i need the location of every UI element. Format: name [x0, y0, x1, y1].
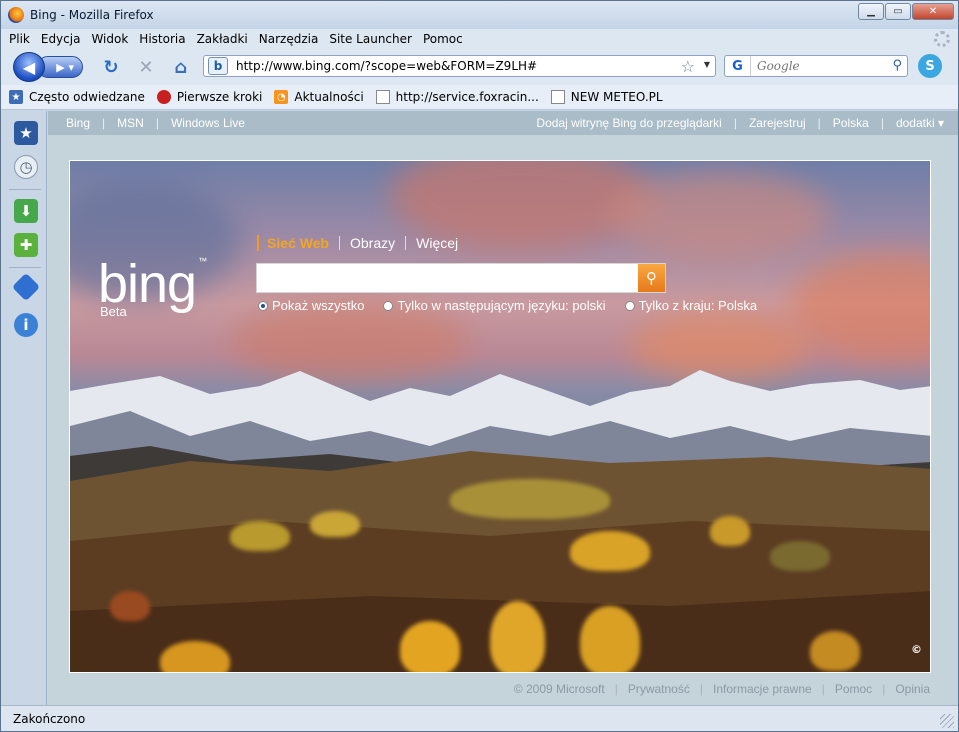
radio-label: Pokaż wszystko: [272, 298, 365, 313]
close-button[interactable]: ✕: [912, 3, 954, 20]
title-bar: Bing - Mozilla Firefox ▁ ▭ ✕: [1, 1, 958, 29]
menu-widok[interactable]: Widok: [91, 32, 128, 46]
home-icon[interactable]: ⌂: [169, 55, 193, 79]
radio-language-polish[interactable]: Tylko w następującym języku: polski: [383, 298, 606, 313]
navigation-toolbar: ◀ ▶ ▾ ↻ ✕ ⌂ b ☆ ▼ G ⚲ S: [1, 49, 958, 85]
menu-site-launcher[interactable]: Site Launcher: [329, 32, 412, 46]
menu-zakladki[interactable]: Zakładki: [197, 32, 248, 46]
reload-icon[interactable]: ↻: [99, 55, 123, 79]
menu-plik[interactable]: Plik: [9, 32, 30, 46]
search-scopes: Sieć Web Obrazy Więcej: [257, 235, 468, 251]
image-copyright-icon[interactable]: ©: [911, 643, 922, 656]
scope-web[interactable]: Sieć Web: [267, 235, 329, 251]
site-identity-icon[interactable]: b: [208, 57, 228, 75]
downloads-icon[interactable]: ⬇: [14, 199, 38, 223]
radio-show-all[interactable]: Pokaż wszystko: [258, 298, 364, 313]
footer-help-link[interactable]: Pomoc: [835, 682, 872, 696]
page-content: Bing | MSN | Windows Live Dodaj witrynę …: [48, 111, 958, 705]
nav-link-bing[interactable]: Bing: [66, 116, 90, 130]
maximize-button[interactable]: ▭: [885, 3, 911, 20]
region-link[interactable]: Polska: [833, 116, 869, 130]
scope-images[interactable]: Obrazy: [350, 235, 395, 251]
radio-country-poland[interactable]: Tylko z kraju: Polska: [624, 298, 758, 313]
register-link[interactable]: Zarejestruj: [749, 116, 806, 130]
footer-privacy-link[interactable]: Prywatność: [628, 682, 690, 696]
radio-dot[interactable]: [258, 300, 268, 311]
status-bar: Zakończono: [1, 705, 958, 731]
add-bing-link[interactable]: Dodaj witrynę Bing do przeglądarki: [536, 116, 721, 130]
menu-historia[interactable]: Historia: [139, 32, 185, 46]
footer-legal-link[interactable]: Informacje prawne: [713, 682, 812, 696]
bookmark-label: http://service.foxracin...: [395, 90, 539, 104]
hero-background-image: bing ™ Beta Sieć Web Obrazy Więcej ⚲ Poka…: [69, 160, 931, 673]
bookmark-czesto-odwiedzane[interactable]: ★ Często odwiedzane: [9, 90, 145, 104]
firefox-icon: [8, 7, 24, 23]
history-clock-icon[interactable]: ◷: [14, 155, 38, 179]
bookmark-label: NEW METEO.PL: [570, 90, 663, 104]
url-input[interactable]: [236, 59, 666, 73]
bookmark-aktualnosci[interactable]: ◔ Aktualności: [274, 90, 364, 104]
extras-link[interactable]: dodatki ▾: [896, 116, 944, 130]
search-icon: ⚲: [646, 269, 657, 287]
bookmark-label: Często odwiedzane: [29, 90, 145, 104]
skype-icon[interactable]: S: [918, 54, 942, 78]
menu-pomoc[interactable]: Pomoc: [423, 32, 463, 46]
bing-top-nav: Bing | MSN | Windows Live Dodaj witrynę …: [48, 111, 958, 135]
browser-window: Bing - Mozilla Firefox ▁ ▭ ✕ Plik Edycja…: [0, 0, 959, 732]
minimize-button[interactable]: ▁: [858, 3, 884, 20]
bookmark-pierwsze-kroki[interactable]: Pierwsze kroki: [156, 90, 263, 104]
url-bar: b ☆ ▼: [203, 55, 716, 77]
bing-search-input[interactable]: [257, 264, 638, 292]
search-go-button[interactable]: ⚲: [638, 264, 665, 292]
page-icon: [375, 90, 390, 104]
search-icon[interactable]: ⚲: [892, 58, 902, 73]
bookmark-foxracing[interactable]: http://service.foxracin...: [375, 90, 539, 104]
search-engine-icon[interactable]: G: [725, 56, 751, 76]
radio-label: Tylko z kraju: Polska: [638, 298, 758, 313]
scope-more[interactable]: Więcej: [416, 235, 458, 251]
url-dropdown-icon[interactable]: ▼: [704, 60, 710, 69]
bookmark-label: Pierwsze kroki: [176, 90, 263, 104]
bing-footer: © 2009 Microsoft | Prywatność | Informac…: [513, 682, 930, 696]
resize-grip-icon[interactable]: [940, 714, 954, 728]
menu-edycja[interactable]: Edycja: [41, 32, 81, 46]
bookmarks-toolbar: ★ Często odwiedzane Pierwsze kroki ◔ Akt…: [1, 85, 958, 110]
info-icon[interactable]: i: [14, 313, 38, 337]
bookmarks-star-icon[interactable]: ★: [14, 121, 38, 145]
launcher-sidebar: ★ ◷ ⬇ ✚ i: [1, 111, 47, 705]
footer-copyright: © 2009 Microsoft: [513, 682, 605, 696]
bing-search-box: ⚲: [256, 263, 666, 293]
radio-dot[interactable]: [624, 300, 635, 311]
nav-link-msn[interactable]: MSN: [117, 116, 144, 130]
nav-link-windows-live[interactable]: Windows Live: [171, 116, 245, 130]
radio-dot[interactable]: [383, 300, 394, 311]
star-icon: ★: [9, 90, 23, 104]
firefox-icon: [156, 90, 171, 104]
back-button[interactable]: ◀: [13, 52, 45, 82]
radio-label: Tylko w następującym języku: polski: [397, 298, 606, 313]
window-title: Bing - Mozilla Firefox: [30, 8, 154, 22]
stop-icon[interactable]: ✕: [134, 55, 158, 79]
addons-puzzle-icon[interactable]: ✚: [14, 233, 38, 257]
extension-diamond-icon[interactable]: [11, 272, 41, 302]
menu-bar: Plik Edycja Widok Historia Zakładki Narz…: [1, 29, 958, 49]
footer-feedback-link[interactable]: Opinia: [895, 682, 930, 696]
beta-label: Beta: [100, 304, 127, 319]
throbber-icon: [934, 31, 950, 47]
bookmark-new-meteo[interactable]: NEW METEO.PL: [550, 90, 663, 104]
status-text: Zakończono: [13, 711, 86, 726]
search-filter-radios: Pokaż wszystko Tylko w następującym języ…: [258, 298, 776, 313]
search-bar: G ⚲: [724, 55, 908, 77]
search-input[interactable]: [757, 59, 882, 73]
page-icon: [550, 90, 565, 104]
menu-narzedzia[interactable]: Narzędzia: [259, 32, 319, 46]
bookmark-label: Aktualności: [294, 90, 364, 104]
bookmark-star-icon[interactable]: ☆: [681, 57, 695, 76]
bing-logo: bing ™: [98, 254, 207, 314]
rss-icon: ◔: [274, 90, 289, 104]
